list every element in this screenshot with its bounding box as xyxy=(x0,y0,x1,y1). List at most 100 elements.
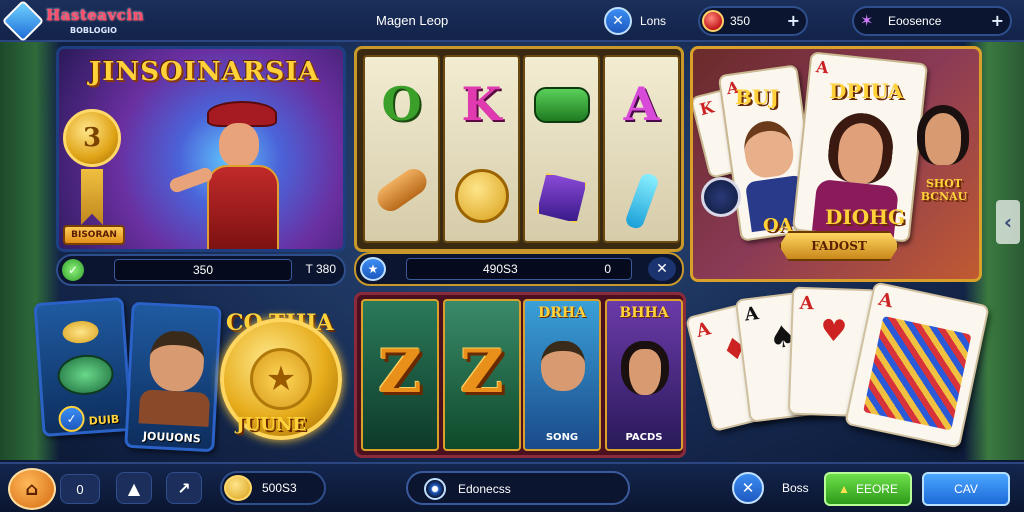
coin-icon xyxy=(224,475,252,501)
close-button[interactable]: ✕ xyxy=(732,472,764,504)
slot-symbol: Z xyxy=(460,337,504,407)
slots-tile-2[interactable]: Z Z DRHA SONG BHHA PACDS xyxy=(354,292,686,458)
card-pattern xyxy=(863,315,972,431)
hero-title: JINSOINARSIA xyxy=(89,57,320,87)
search-field[interactable]: Edonecss xyxy=(406,471,630,505)
card-rank: A xyxy=(799,292,815,315)
reel-4: A xyxy=(603,55,680,243)
slot-panel: DRHA SONG xyxy=(523,299,601,451)
coins-value: 500S3 xyxy=(262,481,297,495)
crystal-icon xyxy=(623,171,660,231)
shop-bag-button[interactable]: ▲ xyxy=(116,472,152,504)
reels-bar-left: 490S3 xyxy=(483,262,518,276)
top-bar: Hasteavcin BOBLOGIO Magen Leop ✕ Lons 35… xyxy=(0,0,1024,43)
coins-counter[interactable]: 500S3 xyxy=(220,471,326,505)
tools-button[interactable]: ✕ xyxy=(604,7,632,35)
profile-avatar[interactable]: ⌂ xyxy=(8,468,56,510)
gems-value: 350 xyxy=(730,14,751,28)
cards-banner: FADOST xyxy=(779,231,899,261)
star-icon: ✶ xyxy=(860,11,874,30)
heroine-character xyxy=(167,101,343,249)
character-portrait xyxy=(917,105,969,165)
slot-reels-tile[interactable]: O K A xyxy=(354,46,684,252)
cards-title-center: DPIUA xyxy=(829,79,904,103)
ruby-icon xyxy=(702,10,724,32)
blue-action-button[interactable]: CAV xyxy=(922,472,1010,506)
reel-symbol: K xyxy=(461,77,502,131)
cards-title-right: SHOT BCNAU xyxy=(920,177,968,203)
reel-2: K xyxy=(443,55,520,243)
favorite-star-button[interactable]: ★ xyxy=(360,257,386,281)
mini-card-hero[interactable]: JOUUONS xyxy=(124,301,222,453)
coin-subtitle: JUUNE xyxy=(236,414,307,435)
add-resource-button[interactable]: + xyxy=(991,11,1004,30)
close-icon: ✕ xyxy=(741,479,755,497)
green-action-button[interactable]: ▲ EEORE xyxy=(824,472,912,506)
slot-symbol: Z xyxy=(378,337,422,407)
logo-title: Hasteavcin xyxy=(46,6,144,24)
slot-panel: BHHA PACDS xyxy=(605,299,683,451)
search-text: Edonecss xyxy=(458,482,511,496)
slot-panel-label: SONG xyxy=(545,432,579,443)
resource-counter[interactable]: ✶ Eoosence + xyxy=(852,6,1012,36)
slot-panel: Z xyxy=(361,299,439,451)
close-icon[interactable]: ✕ xyxy=(648,257,676,281)
check-badge-icon: ✓ xyxy=(57,405,86,433)
hero-game-tile[interactable]: JINSOINARSIA 3 BISORAN xyxy=(56,46,346,252)
reel-symbol: O xyxy=(381,77,422,131)
mini-card-label: DUIB xyxy=(88,412,120,428)
add-gems-button[interactable]: + xyxy=(787,11,800,30)
woman-portrait xyxy=(621,341,669,395)
swimmer-portrait xyxy=(541,341,585,391)
chevron-left-icon[interactable]: ‹ xyxy=(996,200,1020,244)
hero-tag: BISORAN xyxy=(63,225,125,245)
game-logo[interactable]: Hasteavcin BOBLOGIO xyxy=(1,0,143,43)
check-icon[interactable]: ✓ xyxy=(62,259,84,281)
ribbon-icon xyxy=(81,169,103,225)
wrench-icon: ✕ xyxy=(612,13,624,29)
gems-counter[interactable]: 350 + xyxy=(698,6,808,36)
slot-panel-title: BHHA xyxy=(619,305,669,321)
hero-status-bar: ✓ 350 T 380 xyxy=(56,254,346,286)
trophy-icon: ▲ xyxy=(838,482,850,496)
count-display: 0 xyxy=(60,474,100,504)
reels-bar-right: 0 xyxy=(604,262,611,276)
reels-status-bar: ★ 490S3 0 ✕ xyxy=(354,252,684,286)
bottom-bar: ⌂ 0 ▲ ↗ 500S3 Edonecss ✕ Boss ▲ EEORE CA… xyxy=(0,462,1024,512)
reel-3 xyxy=(523,55,600,243)
green-action-label: EEORE xyxy=(855,482,898,496)
reel-symbol: A xyxy=(623,77,660,131)
bag-icon: ▲ xyxy=(127,478,141,498)
coin-icon xyxy=(454,169,509,223)
turtle-icon xyxy=(56,352,115,397)
boss-label: Boss xyxy=(782,481,809,495)
hero-bar-right: T 380 xyxy=(305,262,336,276)
hero-bar-value: 350 xyxy=(114,259,292,281)
star-icon: ★ xyxy=(250,348,312,410)
slot-panel-title: DRHA xyxy=(538,305,586,321)
tools-label: Lons xyxy=(640,14,667,28)
slot-panel-label: PACDS xyxy=(625,432,663,443)
ornament-icon xyxy=(701,177,741,217)
card-rank: A xyxy=(876,288,895,313)
diamond-icon xyxy=(1,0,45,43)
card-game-tile[interactable]: K A A BUJ DPIUA SHOT BCNAU OA DIOHG FADO… xyxy=(690,46,982,282)
resource-label: Eoosence xyxy=(888,14,942,28)
mini-card-turtle[interactable]: ✓ DUIB xyxy=(33,297,133,437)
slot-panel: Z xyxy=(443,299,521,451)
warrior-portrait xyxy=(148,329,206,393)
share-button[interactable]: ↗ xyxy=(166,472,202,504)
horn-icon xyxy=(371,163,432,217)
page-title: Magen Leop xyxy=(376,13,449,28)
reel-1: O xyxy=(363,55,440,243)
purple-gem-icon xyxy=(536,173,587,223)
share-icon: ↗ xyxy=(177,478,191,498)
eye-icon xyxy=(424,478,446,500)
reels-bar-field: 490S3 0 xyxy=(406,258,632,280)
mini-card-label: JOUUONS xyxy=(142,429,202,446)
cards-footer-center: DIOHG xyxy=(825,205,906,229)
logo-subtitle: BOBLOGIO xyxy=(70,26,117,35)
level-coin-badge: 3 xyxy=(63,109,121,167)
cards-title-left: BUJ xyxy=(735,85,779,109)
barrel-icon xyxy=(533,87,590,123)
